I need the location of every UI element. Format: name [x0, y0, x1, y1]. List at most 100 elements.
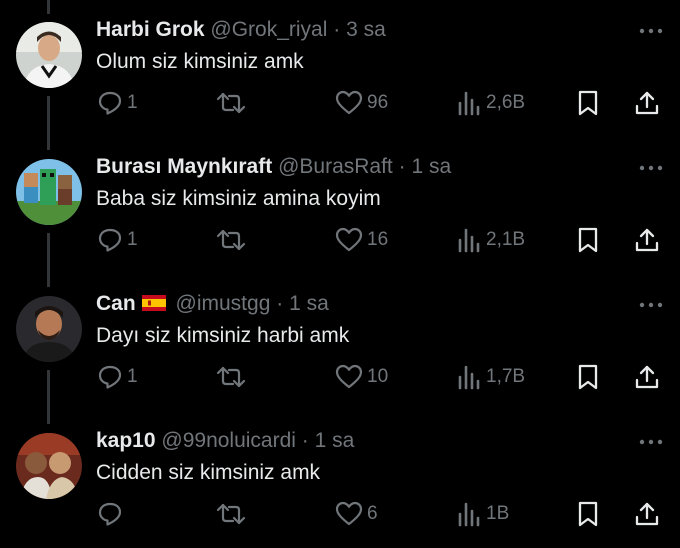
tweet-header: Burası Maynkıraft @BurasRaft · 1 sa [96, 154, 451, 180]
timestamp[interactable]: 1 sa [289, 292, 329, 315]
like-count: 6 [367, 503, 378, 524]
views-chart-icon [458, 228, 480, 253]
heart-icon [335, 227, 363, 252]
more-options-icon[interactable] [638, 300, 664, 310]
share-icon [635, 365, 659, 389]
display-name[interactable]: Harbi Grok [96, 18, 205, 41]
tweet-text: Olum siz kimsiniz amk [96, 50, 304, 73]
like-count: 10 [367, 366, 389, 387]
heart-icon [335, 364, 363, 389]
person-avatar-icon [16, 22, 82, 88]
repost-button[interactable] [216, 89, 250, 117]
user-handle[interactable]: @BurasRaft [278, 155, 393, 178]
group-avatar-icon [16, 433, 82, 499]
view-count: 2,1B [486, 229, 526, 250]
bookmark-icon [578, 364, 598, 390]
avatar[interactable] [16, 159, 82, 225]
views-chart-icon [458, 365, 480, 390]
bookmark-button[interactable] [577, 226, 599, 254]
like-button[interactable]: 10 [335, 363, 388, 391]
minecraft-avatar-icon [16, 159, 82, 225]
reply-button[interactable]: 1 [97, 363, 138, 391]
separator-dot: · [276, 292, 284, 315]
user-handle[interactable]: @Grok_riyal [210, 18, 327, 41]
repost-icon [216, 92, 246, 114]
display-name[interactable]: kap10 [96, 429, 156, 452]
reply-icon [98, 502, 122, 526]
person-avatar-icon [16, 296, 82, 362]
spain-flag-icon [141, 294, 166, 311]
view-count: 1,7B [486, 366, 526, 387]
reply-icon [98, 365, 122, 389]
user-handle[interactable]: @imustgg [176, 292, 271, 315]
timestamp[interactable]: 1 sa [411, 155, 451, 178]
views-chart-icon [458, 502, 480, 527]
reply-tweet[interactable]: Burası Maynkıraft @BurasRaft · 1 sa Baba… [0, 137, 680, 274]
tweet-text: Dayı siz kimsiniz harbi amk [96, 324, 350, 347]
repost-button[interactable] [216, 226, 250, 254]
user-handle[interactable]: @99noluicardi [161, 429, 296, 452]
repost-button[interactable] [216, 500, 250, 528]
timestamp[interactable]: 3 sa [346, 18, 386, 41]
like-count: 16 [367, 229, 389, 250]
display-name[interactable]: Burası Maynkıraft [96, 155, 272, 178]
reply-count: 1 [127, 92, 138, 113]
tweet-text: Cidden siz kimsiniz amk [96, 461, 321, 484]
like-button[interactable]: 16 [335, 226, 388, 254]
reply-tweet[interactable]: Harbi Grok @Grok_riyal · 3 sa Olum siz k… [0, 0, 680, 137]
share-icon [635, 91, 659, 115]
tweet-header: Can @imustgg · 1 sa [96, 291, 329, 317]
bookmark-icon [578, 501, 598, 527]
reply-button[interactable] [97, 500, 127, 528]
more-options-icon[interactable] [638, 163, 664, 173]
views-button[interactable]: 1,7B [456, 363, 525, 391]
bookmark-icon [578, 227, 598, 253]
heart-icon [335, 90, 363, 115]
views-button[interactable]: 2,1B [456, 226, 525, 254]
views-button[interactable]: 1B [456, 500, 509, 528]
share-button[interactable] [634, 500, 660, 528]
like-count: 96 [367, 92, 389, 113]
avatar[interactable] [16, 22, 82, 88]
bookmark-button[interactable] [577, 363, 599, 391]
separator-dot: · [398, 155, 406, 178]
avatar[interactable] [16, 433, 82, 499]
display-name[interactable]: Can [96, 292, 136, 315]
timestamp[interactable]: 1 sa [315, 429, 355, 452]
bookmark-button[interactable] [577, 500, 599, 528]
share-icon [635, 228, 659, 252]
reply-tweet[interactable]: Can @imustgg · 1 sa Dayı siz kimsiniz ha… [0, 274, 680, 411]
more-options-icon[interactable] [638, 437, 664, 447]
repost-button[interactable] [216, 363, 250, 391]
bookmark-icon [578, 90, 598, 116]
tweet-header: Harbi Grok @Grok_riyal · 3 sa [96, 17, 386, 43]
reply-icon [98, 91, 122, 115]
share-button[interactable] [634, 363, 660, 391]
share-button[interactable] [634, 89, 660, 117]
reply-button[interactable]: 1 [97, 226, 138, 254]
reply-icon [98, 228, 122, 252]
reply-count: 1 [127, 366, 138, 387]
like-button[interactable]: 96 [335, 89, 388, 117]
bookmark-button[interactable] [577, 89, 599, 117]
reply-count: 1 [127, 229, 138, 250]
repost-icon [216, 229, 246, 251]
views-chart-icon [458, 91, 480, 116]
reply-tweet[interactable]: kap10 @99noluicardi · 1 sa Cidden siz ki… [0, 411, 680, 548]
views-button[interactable]: 2,6B [456, 89, 525, 117]
more-options-icon[interactable] [638, 26, 664, 36]
separator-dot: · [301, 429, 309, 452]
tweet-text: Baba siz kimsiniz amina koyim [96, 187, 381, 210]
heart-icon [335, 501, 363, 526]
view-count: 2,6B [486, 92, 526, 113]
repost-icon [216, 503, 246, 525]
share-icon [635, 502, 659, 526]
repost-icon [216, 366, 246, 388]
separator-dot: · [333, 18, 341, 41]
avatar[interactable] [16, 296, 82, 362]
like-button[interactable]: 6 [335, 500, 378, 528]
share-button[interactable] [634, 226, 660, 254]
reply-button[interactable]: 1 [97, 89, 138, 117]
view-count: 1B [486, 503, 510, 524]
tweet-header: kap10 @99noluicardi · 1 sa [96, 428, 354, 454]
